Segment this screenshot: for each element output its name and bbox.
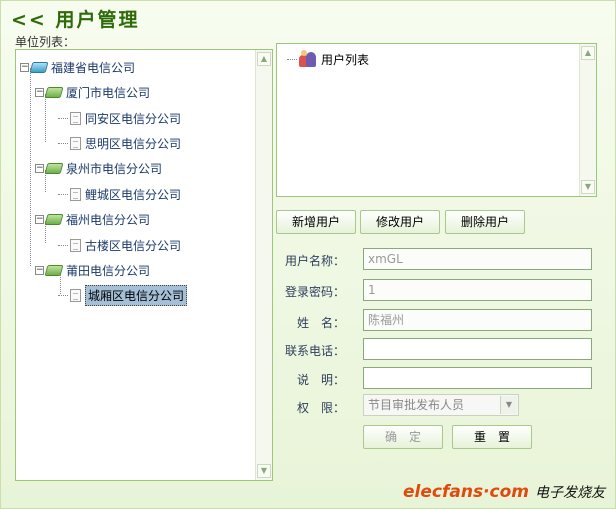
tree-node-label: 同安区电信分公司 — [85, 111, 182, 126]
tree-node-quanzhou[interactable]: − 泉州市电信分公司 — [35, 159, 162, 177]
tree-connector — [58, 142, 68, 144]
collapse-icon[interactable]: − — [35, 87, 44, 97]
user-list-scrollbar[interactable]: ▲ ▼ — [579, 44, 596, 196]
add-user-button[interactable]: 新增用户 — [276, 210, 356, 234]
tree-node-siming[interactable]: 思明区电信分公司 — [58, 134, 181, 152]
tree-node-licheng[interactable]: 鲤城区电信分公司 — [58, 185, 181, 203]
unit-list-label: 单位列表： — [15, 35, 76, 49]
tree-node-label: 厦门市电信公司 — [66, 85, 151, 100]
description-field[interactable] — [363, 367, 592, 389]
tree-node-label: 鲤城区电信分公司 — [85, 187, 182, 202]
username-field[interactable]: xmGL — [363, 248, 592, 270]
tree-guide-line — [45, 94, 46, 142]
document-icon — [70, 238, 81, 252]
tree-connector — [58, 117, 68, 119]
name-label: 姓 名： — [296, 316, 345, 330]
tree-node-putian[interactable]: − 莆田电信分公司 — [35, 261, 150, 279]
folder-icon — [44, 264, 64, 276]
watermark: elecfans·com 电子发烧友 — [403, 482, 605, 502]
tree-node-label: 泉州市电信分公司 — [66, 161, 163, 176]
phone-field[interactable] — [363, 338, 592, 360]
permission-selected-value: 节目审批发布人员 — [368, 398, 465, 412]
password-label: 登录密码： — [284, 285, 345, 299]
password-field[interactable]: 1 — [363, 279, 592, 301]
tree-node-label: 福建省电信公司 — [51, 60, 136, 75]
delete-user-button[interactable]: 删除用户 — [445, 210, 525, 234]
tree-node-chengxiang[interactable]: 城厢区电信分公司 — [58, 284, 188, 306]
tree-connector — [287, 58, 297, 60]
page-title: << 用户管理 — [11, 8, 140, 31]
tree-node-root[interactable]: − 福建省电信公司 — [20, 58, 135, 76]
collapse-icon[interactable]: − — [35, 214, 44, 224]
scroll-up-icon[interactable]: ▲ — [257, 52, 271, 66]
description-label: 说 明： — [296, 373, 345, 387]
document-icon — [70, 187, 81, 201]
edit-user-button[interactable]: 修改用户 — [360, 210, 440, 234]
tree-node-label: 思明区电信分公司 — [85, 136, 182, 151]
user-list-panel: 用户列表 ▲ ▼ — [276, 43, 597, 197]
tree-node-label: 福州电信分公司 — [66, 212, 151, 227]
tree-node-label-selected: 城厢区电信分公司 — [85, 284, 188, 306]
confirm-button[interactable]: 确 定 — [363, 425, 443, 449]
user-list-root[interactable]: 用户列表 — [287, 50, 369, 68]
tree-node-gulou[interactable]: 古楼区电信分公司 — [58, 236, 181, 254]
permission-select[interactable]: 节目审批发布人员 ▼ — [363, 394, 519, 416]
tree-guide-line — [30, 68, 31, 266]
watermark-text: 电子发烧友 — [535, 485, 605, 501]
folder-icon — [44, 213, 64, 225]
users-icon — [299, 50, 317, 68]
tree-node-xiamen[interactable]: − 厦门市电信公司 — [35, 83, 150, 101]
folder-icon — [44, 162, 64, 174]
collapse-icon[interactable]: − — [35, 265, 44, 275]
tree-node-fuzhou[interactable]: − 福州电信分公司 — [35, 210, 150, 228]
scroll-down-icon[interactable]: ▼ — [257, 464, 271, 478]
document-icon — [70, 288, 81, 302]
chevron-down-icon[interactable]: ▼ — [500, 396, 517, 414]
tree-connector — [58, 294, 68, 296]
reset-button[interactable]: 重 置 — [452, 425, 532, 449]
collapse-icon[interactable]: − — [35, 163, 44, 173]
user-list-label: 用户列表 — [321, 52, 370, 67]
tree-connector — [58, 193, 68, 195]
watermark-logo: elecfans·com — [403, 482, 529, 502]
collapse-icon[interactable]: − — [20, 62, 29, 72]
tree-node-tongan[interactable]: 同安区电信分公司 — [58, 109, 181, 127]
username-label: 用户名称： — [284, 254, 345, 268]
tree-node-label: 古楼区电信分公司 — [85, 238, 182, 253]
document-icon — [70, 111, 81, 125]
tree-connector — [58, 244, 68, 246]
tree-node-label: 莆田电信分公司 — [66, 263, 151, 278]
user-management-window: << 用户管理 单位列表： − 福建省电信公司 − 厦门市电信公司 同安区电信分… — [0, 0, 616, 509]
permission-label: 权 限： — [296, 401, 345, 415]
document-icon — [70, 136, 81, 150]
unit-tree-panel: − 福建省电信公司 − 厦门市电信公司 同安区电信分公司 思明区电信分公司 − … — [15, 49, 273, 481]
scroll-down-icon[interactable]: ▼ — [581, 180, 595, 194]
scroll-up-icon[interactable]: ▲ — [581, 46, 595, 60]
name-field[interactable]: 陈福州 — [363, 309, 592, 331]
folder-icon — [29, 61, 49, 73]
phone-label: 联系电话： — [284, 344, 345, 358]
folder-icon — [44, 86, 64, 98]
